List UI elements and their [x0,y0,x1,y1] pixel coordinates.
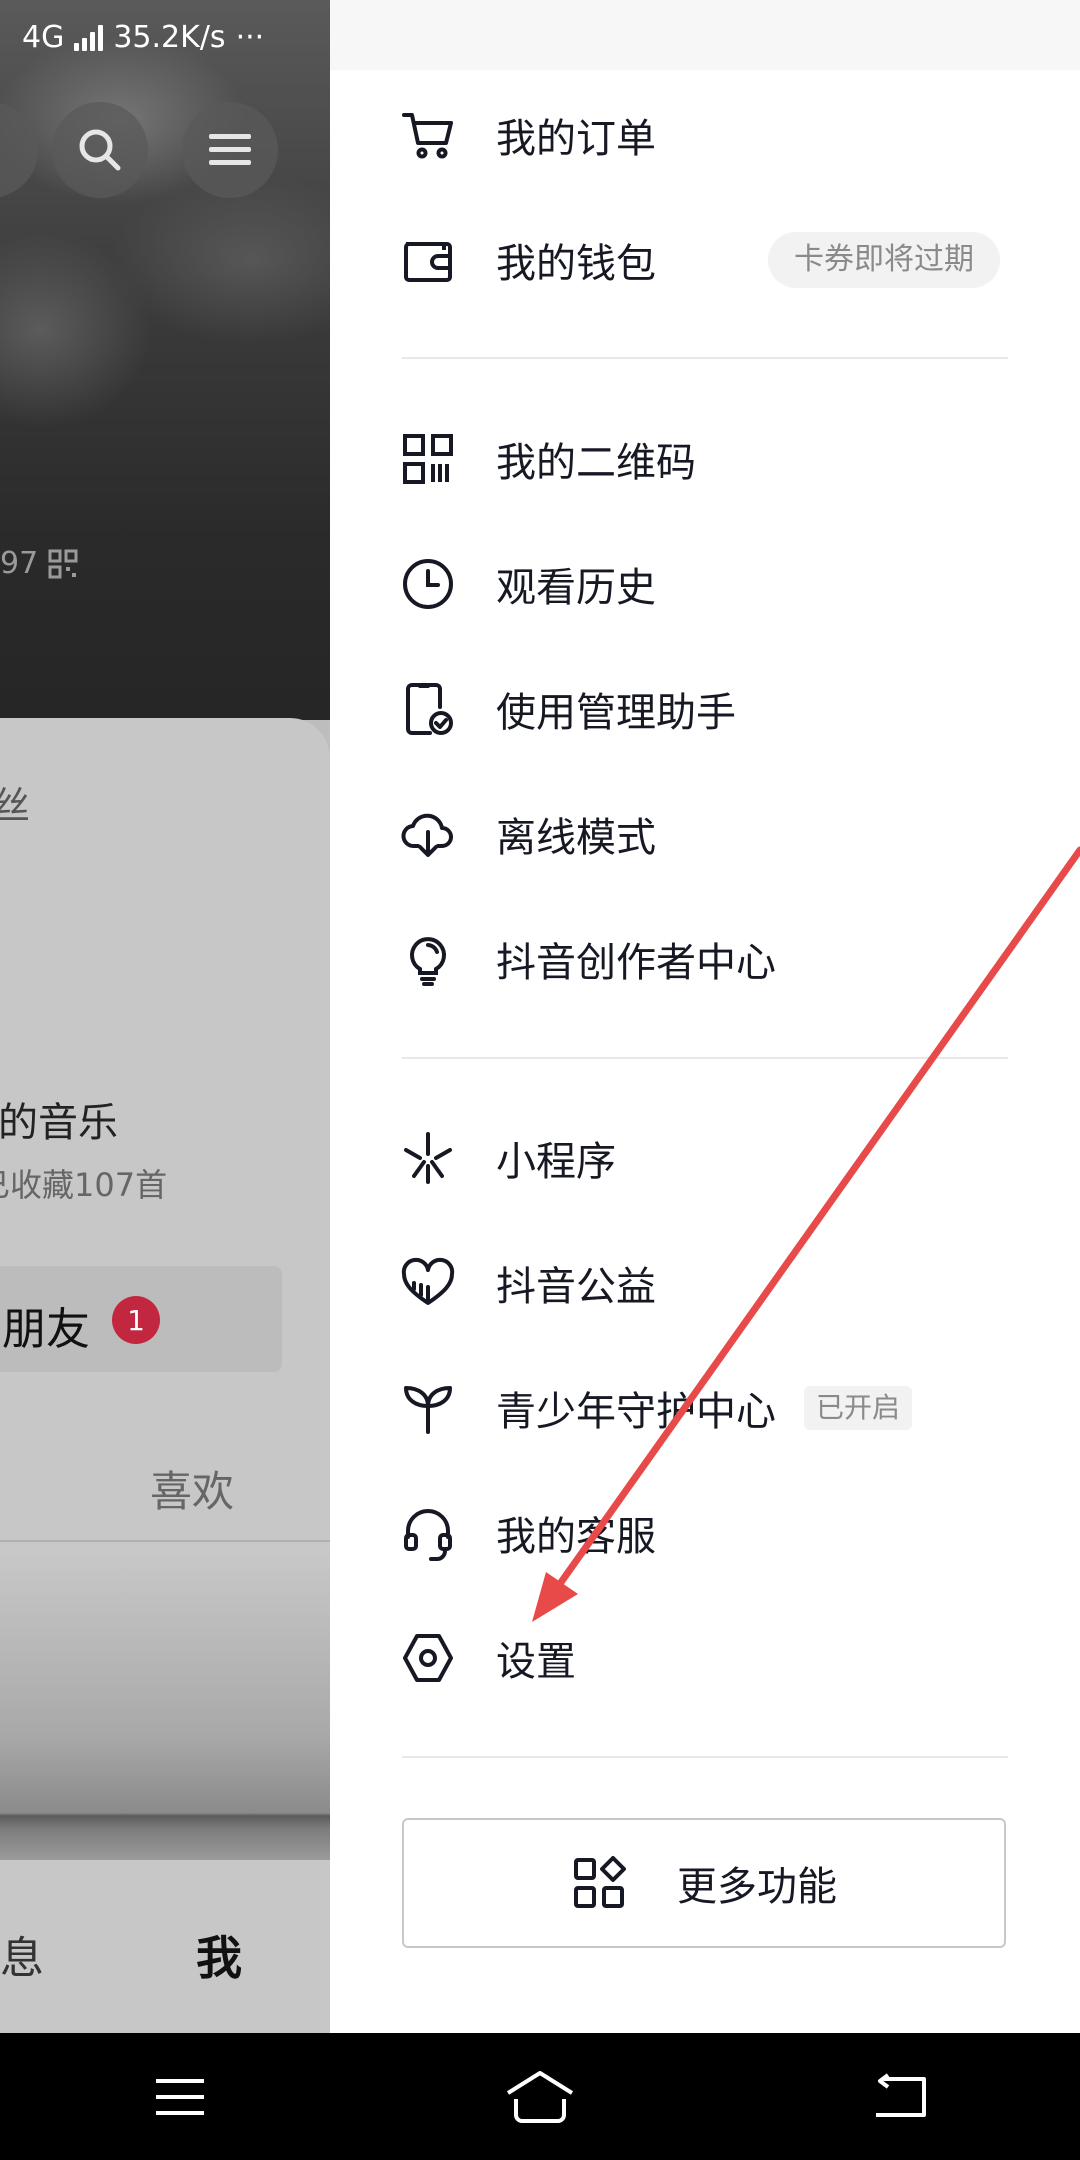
menu-item-label: 我的二维码 [496,440,696,486]
menu-icon [156,2078,204,2115]
more-features-button[interactable]: 更多功能 [402,1818,1006,1948]
divider [402,1756,1008,1758]
apps-icon [574,1856,626,1908]
menu-item-label: 青少年守护中心 [496,1389,776,1435]
clock-icon [400,556,456,612]
menu-item-label: 离线模式 [496,815,656,861]
system-navigation-bar [0,2033,1080,2160]
menu-item-settings[interactable]: 设置 [400,1613,1080,1703]
nav-message[interactable]: 消息 [0,1922,44,1986]
profile-page-dimmed[interactable]: 4G 35.2K/s ··· 97 丝 我的音乐 已收藏107首 加 [0,0,330,2033]
menu-item-mini-program[interactable]: 小程序 [400,1113,1080,1203]
menu-item-label: 我的钱包 [496,241,656,287]
network-type: 4G [22,20,65,55]
settings-hexagon-icon [400,1630,456,1686]
nav-me[interactable]: 我 [196,1922,242,1988]
menu-item-label: 抖音创作者中心 [496,940,776,986]
menu-item-creator-center[interactable]: 抖音创作者中心 [400,914,1080,1004]
headset-icon [400,1505,456,1561]
menu-item-label: 我的客服 [496,1514,656,1560]
side-drawer: 我的订单 我的钱包 卡券即将过期 我的二维码 观看历史 使用管理助手 离线模式 … [330,0,1080,2033]
menu-item-offline-mode[interactable]: 离线模式 [400,789,1080,879]
wallet-icon [400,232,456,288]
home-button[interactable] [480,2057,600,2137]
home-icon [506,2070,574,2123]
user-id-fragment: 97 [0,546,78,581]
menu-item-label: 抖音公益 [496,1264,656,1310]
recent-apps-button[interactable] [120,2057,240,2137]
mini-program-icon [400,1130,456,1186]
search-icon [79,129,121,171]
heart-hand-icon [400,1255,456,1311]
tab-divider [0,1540,330,1542]
user-id-text: 97 [0,546,39,581]
menu-item-qrcode[interactable]: 我的二维码 [400,414,1080,504]
signal-icon [74,24,104,51]
fans-label-fragment: 丝 [0,784,31,828]
more-status-icon: ··· [235,20,265,55]
menu-item-orders[interactable]: 我的订单 [400,90,1080,180]
menu-item-label: 我的订单 [496,116,656,162]
network-speed: 35.2K/s [113,20,226,55]
menu-item-label: 设置 [496,1639,576,1685]
menu-item-usage-assistant[interactable]: 使用管理助手 [400,664,1080,754]
menu-item-charity[interactable]: 抖音公益 [400,1238,1080,1328]
menu-item-history[interactable]: 观看历史 [400,539,1080,629]
my-music-title[interactable]: 我的音乐 [0,1090,118,1148]
search-button[interactable] [52,102,148,198]
profile-cover-image [0,0,330,720]
sprout-icon [400,1380,456,1436]
menu-item-label: 观看历史 [496,565,656,611]
status-bar: 4G 35.2K/s ··· [0,0,330,75]
wallet-coupon-expiring-tag: 卡券即将过期 [768,232,1000,288]
divider [402,1057,1008,1059]
menu-button[interactable] [182,102,278,198]
hamburger-icon [209,134,251,165]
qrcode-icon [400,431,456,487]
tab-like[interactable]: 喜欢 [150,1458,234,1519]
add-friend-label: 加朋友 [0,1304,90,1355]
cart-icon [400,107,456,163]
cloud-download-icon [400,806,456,862]
menu-item-label: 使用管理助手 [496,690,736,736]
my-music-subtitle: 已收藏107首 [0,1166,168,1204]
qrcode-small-icon[interactable] [48,549,78,579]
friend-notification-badge: 1 [112,1296,160,1344]
drawer-status-bar [330,0,1080,70]
phone-check-icon [400,681,456,737]
divider [402,357,1008,359]
lightbulb-icon [400,931,456,987]
menu-item-customer-service[interactable]: 我的客服 [400,1488,1080,1578]
more-features-label: 更多功能 [677,1864,837,1910]
video-thumbnail[interactable] [0,1545,330,1860]
menu-item-youth-protection[interactable]: 青少年守护中心 [400,1363,1080,1453]
youth-mode-enabled-tag: 已开启 [804,1386,913,1430]
menu-item-label: 小程序 [496,1139,616,1185]
back-button[interactable] [840,2057,960,2137]
back-icon [876,2072,926,2117]
